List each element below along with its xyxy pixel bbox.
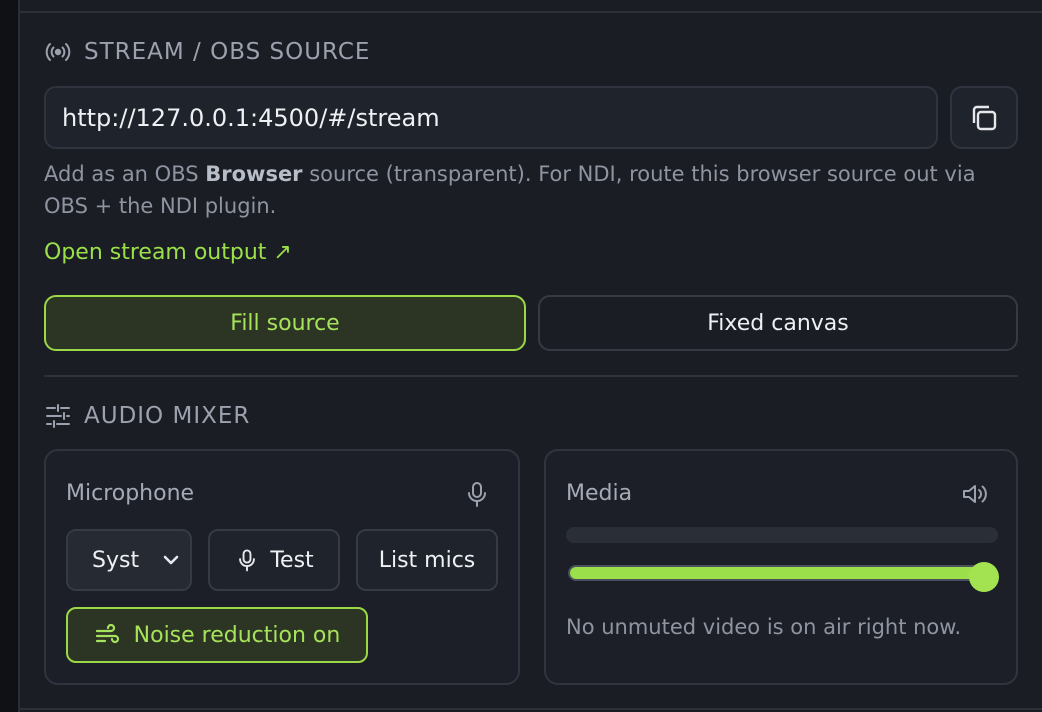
media-volume-fill — [570, 567, 982, 579]
microphone-icon — [239, 549, 256, 572]
wind-icon — [95, 623, 119, 644]
chevron-down-icon — [163, 555, 179, 565]
section-divider — [44, 375, 1018, 377]
speaker-icon — [963, 485, 987, 503]
test-button-label: Test — [270, 547, 314, 573]
left-rail — [0, 0, 20, 712]
copy-icon — [972, 105, 997, 130]
fill-source-button[interactable]: Fill source — [44, 295, 526, 351]
media-card: Media No unmuted video is on air right n… — [544, 449, 1018, 685]
microphone-icon — [468, 482, 486, 507]
noise-reduction-toggle[interactable]: Noise reduction on — [66, 607, 368, 663]
stream-section-title: STREAM / OBS SOURCE — [84, 39, 371, 65]
media-volume-handle[interactable] — [969, 562, 999, 592]
audio-section-title: AUDIO MIXER — [84, 403, 251, 429]
fixed-canvas-button[interactable]: Fixed canvas — [538, 295, 1018, 351]
open-stream-output-link[interactable]: Open stream output ↗ — [44, 240, 292, 265]
list-mics-button[interactable]: List mics — [356, 529, 498, 591]
help-text-prefix: Add as an OBS — [44, 162, 206, 186]
obs-help-text: Add as an OBS Browser source (transparen… — [44, 158, 1004, 222]
test-mic-button[interactable]: Test — [208, 529, 340, 591]
settings-panel: STREAM / OBS SOURCE http://127.0.0.1:450… — [20, 0, 1042, 712]
stream-section-heading: STREAM / OBS SOURCE — [44, 38, 370, 66]
microphone-card: Microphone Syst Test List mics Noise red… — [44, 449, 520, 685]
media-level-meter — [566, 527, 998, 543]
noise-reduction-label: Noise reduction on — [133, 622, 341, 648]
media-status-note: No unmuted video is on air right now. — [566, 615, 962, 639]
media-title: Media — [566, 481, 633, 506]
broadcast-icon — [45, 43, 71, 61]
sliders-icon — [46, 404, 70, 428]
microphone-title: Microphone — [66, 481, 195, 506]
audio-section-heading: AUDIO MIXER — [44, 402, 250, 430]
stream-url-value: http://127.0.0.1:4500/#/stream — [62, 103, 440, 132]
top-border — [20, 11, 1042, 13]
microphone-device-value: Syst — [92, 547, 140, 573]
copy-url-button[interactable] — [950, 86, 1018, 149]
bottom-border — [20, 708, 1042, 710]
media-volume-slider[interactable] — [568, 565, 984, 581]
stream-url-field[interactable]: http://127.0.0.1:4500/#/stream — [44, 86, 938, 149]
help-text-bold: Browser — [205, 162, 303, 186]
microphone-device-select[interactable]: Syst — [66, 529, 192, 591]
